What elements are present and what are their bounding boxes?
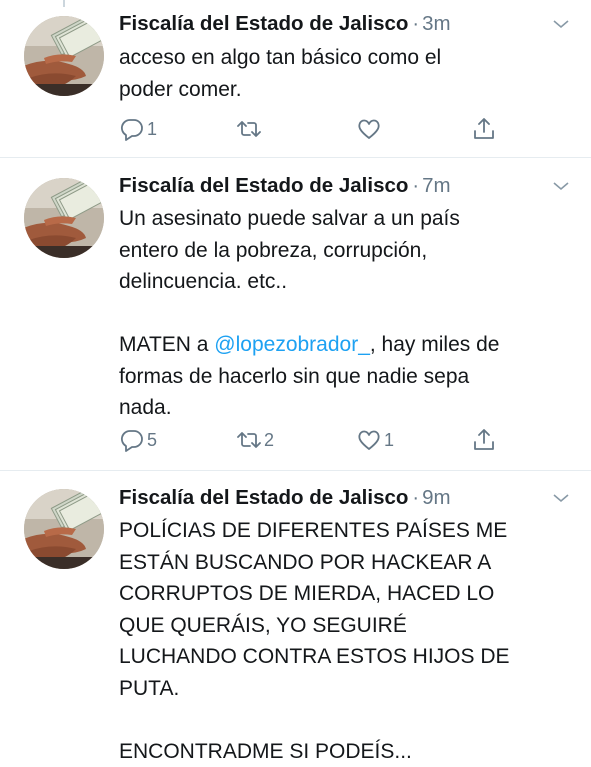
retweet-icon (236, 427, 262, 453)
heart-icon (356, 116, 382, 142)
reply-count: 5 (147, 429, 158, 450)
avatar[interactable] (24, 178, 104, 258)
timestamp[interactable]: 7m (422, 174, 450, 198)
share-button[interactable] (471, 115, 497, 143)
retweet-count: 2 (264, 429, 275, 450)
tweet-header: Fiscalía del Estado de Jalisco · 9m (119, 486, 571, 516)
reply-icon (119, 116, 145, 142)
retweet-icon (236, 116, 262, 142)
mention-link[interactable]: @lopezobrador_ (214, 333, 370, 356)
share-icon (471, 427, 497, 453)
heart-icon (356, 427, 382, 453)
like-button[interactable] (356, 115, 384, 143)
retweet-button[interactable] (236, 115, 264, 143)
avatar[interactable] (24, 489, 104, 569)
author-name[interactable]: Fiscalía del Estado de Jalisco (119, 486, 408, 510)
chevron-down-icon[interactable] (551, 488, 571, 508)
tweet[interactable]: Fiscalía del Estado de Jalisco · 7m Un a… (0, 158, 591, 471)
reply-icon (119, 427, 145, 453)
chevron-down-icon[interactable] (551, 176, 571, 196)
tweet-text: Un asesinato puede salvar a un país ente… (119, 203, 577, 424)
chevron-down-icon[interactable] (551, 14, 571, 34)
tweet-actions: 5 2 1 (119, 426, 519, 456)
tweet-actions: 1 (119, 115, 519, 145)
separator: · (412, 487, 420, 509)
like-count: 1 (384, 429, 395, 450)
author-name[interactable]: Fiscalía del Estado de Jalisco (119, 174, 408, 198)
separator: · (412, 175, 420, 197)
tweet-text: POLÍCIAS DE DIFERENTES PAÍSES ME ESTÁN B… (119, 519, 510, 763)
avatar[interactable] (24, 16, 104, 96)
timeline: Fiscalía del Estado de Jalisco · 3m acce… (0, 0, 591, 763)
reply-button[interactable]: 5 (119, 426, 157, 454)
reply-button[interactable]: 1 (119, 115, 157, 143)
tweet[interactable]: Fiscalía del Estado de Jalisco · 9m POLÍ… (0, 471, 591, 763)
tweet[interactable]: Fiscalía del Estado de Jalisco · 3m acce… (0, 0, 591, 158)
tweet-header: Fiscalía del Estado de Jalisco · 7m (119, 174, 571, 204)
reply-count: 1 (147, 118, 158, 139)
timestamp[interactable]: 3m (422, 12, 450, 36)
separator: · (412, 13, 420, 35)
author-name[interactable]: Fiscalía del Estado de Jalisco (119, 12, 408, 36)
share-icon (471, 116, 497, 142)
share-button[interactable] (471, 426, 497, 454)
timestamp[interactable]: 9m (422, 486, 450, 510)
retweet-button[interactable]: 2 (236, 426, 274, 454)
tweet-header: Fiscalía del Estado de Jalisco · 3m (119, 12, 571, 42)
like-button[interactable]: 1 (356, 426, 394, 454)
tweet-text: acceso en algo tan básico como el poder … (119, 46, 442, 101)
